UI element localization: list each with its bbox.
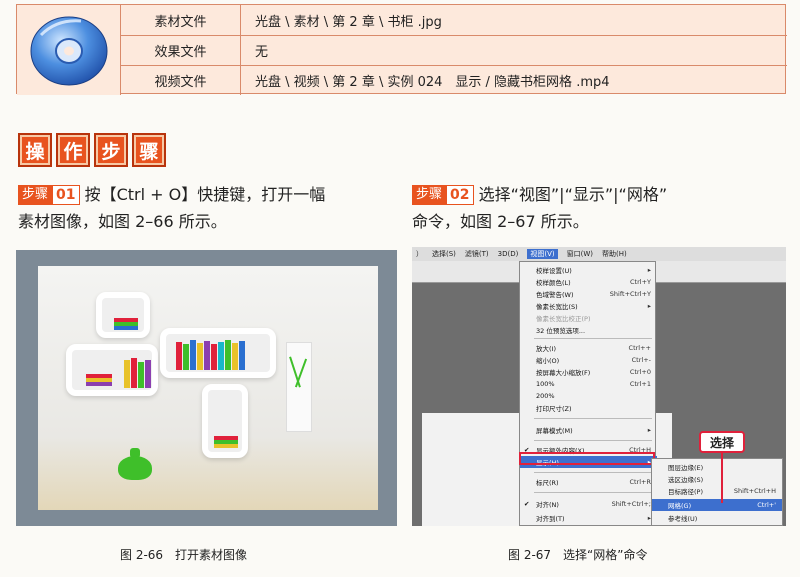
step-1: 步骤 01 按【Ctrl + O】快捷键，打开一幅 素材图像，如图 2–66 所示… bbox=[18, 181, 398, 235]
menu-item[interactable]: 像素长宽比校正(P) bbox=[520, 312, 657, 324]
menu-item[interactable]: 屏幕模式(M) ▸ bbox=[520, 424, 657, 436]
shelf bbox=[160, 328, 276, 378]
section-title-char: 操 bbox=[18, 133, 52, 167]
callout-label: 选择 bbox=[699, 431, 745, 453]
app-menubar: ） 选择(S) 滤镜(T) 3D(D) 视图(V) 窗口(W) 帮助(H) bbox=[412, 247, 786, 261]
section-title-char: 作 bbox=[56, 133, 90, 167]
highlight-box bbox=[519, 452, 655, 465]
menubar-item[interactable]: 帮助(H) bbox=[602, 249, 627, 259]
resource-table: 素材文件 光盘 \ 素材 \ 第 2 章 \ 书柜 .jpg 效果文件 无 视频… bbox=[16, 4, 787, 95]
resource-label: 视频文件 bbox=[121, 66, 241, 95]
menu-item[interactable]: 标尺(R) Ctrl+R bbox=[520, 476, 657, 488]
step-badge: 步骤 02 bbox=[412, 184, 474, 205]
menubar-item-view[interactable]: 视图(V) bbox=[527, 249, 558, 259]
menubar-item[interactable]: 滤镜(T) bbox=[465, 249, 489, 259]
menu-item[interactable]: 200% bbox=[520, 390, 657, 402]
resource-row-source: 素材文件 光盘 \ 素材 \ 第 2 章 \ 书柜 .jpg bbox=[121, 5, 787, 35]
menu-item[interactable]: 校样设置(U) ▸ bbox=[520, 264, 657, 276]
cd-disc-icon bbox=[17, 5, 121, 95]
menu-item[interactable]: ✔ 对齐(N) Shift+Ctrl+; bbox=[520, 498, 657, 510]
step-2: 步骤 02 选择“视图”|“显示”|“网格” 命令，如图 2–67 所示。 bbox=[412, 181, 792, 235]
menu-item[interactable]: 缩小(O) Ctrl+- bbox=[520, 354, 657, 366]
menu-item[interactable]: 色域警告(W) Shift+Ctrl+Y bbox=[520, 288, 657, 300]
figure-menu-screenshot: ） 选择(S) 滤镜(T) 3D(D) 视图(V) 窗口(W) 帮助(H) 校样… bbox=[412, 247, 786, 526]
section-title: 操 作 步 骤 bbox=[18, 133, 166, 167]
menu-item[interactable]: 100% Ctrl+1 bbox=[520, 378, 657, 390]
bookshelf-image bbox=[38, 266, 378, 510]
step-text: 命令，如图 2–67 所示。 bbox=[412, 212, 589, 231]
resource-row-video: 视频文件 光盘 \ 视频 \ 第 2 章 \ 实例 024 显示 / 隐藏书柜网… bbox=[121, 65, 787, 95]
menubar-item[interactable]: ） bbox=[416, 249, 423, 259]
submenu-item-grid[interactable]: 网格(G) Ctrl+' bbox=[652, 499, 782, 511]
menu-item[interactable]: 32 位预览选项... bbox=[520, 324, 657, 336]
green-vase bbox=[118, 456, 152, 480]
menu-item[interactable]: 像素长宽比(S) ▸ bbox=[520, 300, 657, 312]
step-badge: 步骤 01 bbox=[18, 184, 80, 205]
menu-item[interactable]: 对齐到(T) ▸ bbox=[520, 512, 657, 524]
menubar-item[interactable]: 窗口(W) bbox=[567, 249, 593, 259]
step-text: 素材图像，如图 2–66 所示。 bbox=[18, 212, 227, 231]
step-text: 按【Ctrl + O】快捷键，打开一幅 bbox=[84, 185, 326, 204]
menu-item[interactable]: 打印尺寸(Z) bbox=[520, 402, 657, 414]
submenu-item[interactable]: 选区边缘(S) bbox=[652, 473, 782, 485]
resource-row-effect: 效果文件 无 bbox=[121, 35, 787, 65]
resource-value: 光盘 \ 素材 \ 第 2 章 \ 书柜 .jpg bbox=[255, 14, 442, 30]
show-submenu: 图层边缘(E) 选区边缘(S) 目标路径(P) Shift+Ctrl+H 网格(G… bbox=[651, 458, 783, 526]
section-title-char: 骤 bbox=[132, 133, 166, 167]
menubar-item[interactable]: 3D(D) bbox=[498, 250, 519, 258]
shelf bbox=[66, 344, 158, 396]
submenu-item[interactable]: 目标路径(P) Shift+Ctrl+H bbox=[652, 485, 782, 497]
callout-line bbox=[721, 453, 723, 503]
shelf bbox=[202, 384, 248, 458]
figure-bookshelf-photo bbox=[16, 250, 397, 526]
submenu-item[interactable]: 参考线(U) bbox=[652, 512, 782, 524]
menubar-item[interactable]: 选择(S) bbox=[432, 249, 456, 259]
section-title-char: 步 bbox=[94, 133, 128, 167]
menu-item[interactable]: 校样颜色(L) Ctrl+Y bbox=[520, 276, 657, 288]
shelf bbox=[96, 292, 150, 338]
check-icon: ✔ bbox=[524, 500, 530, 508]
step-text: 选择“视图”|“显示”|“网格” bbox=[478, 185, 668, 204]
resource-value: 光盘 \ 视频 \ 第 2 章 \ 实例 024 显示 / 隐藏书柜网格 .mp… bbox=[255, 75, 610, 90]
resource-value: 无 bbox=[255, 45, 269, 60]
resource-label: 素材文件 bbox=[121, 5, 241, 35]
figure-caption-left: 图 2-66 打开素材图像 bbox=[120, 548, 248, 562]
submenu-item[interactable]: 图层边缘(E) bbox=[652, 461, 782, 473]
resource-label: 效果文件 bbox=[121, 36, 241, 65]
figure-caption-right: 图 2-67 选择“网格”命令 bbox=[508, 548, 648, 562]
view-menu: 校样设置(U) ▸ 校样颜色(L) Ctrl+Y 色域警告(W) Shift+Ctrl… bbox=[519, 261, 657, 526]
menu-item[interactable]: 放大(I) Ctrl++ bbox=[520, 342, 657, 354]
menu-item[interactable]: 按屏幕大小缩放(F) Ctrl+0 bbox=[520, 366, 657, 378]
